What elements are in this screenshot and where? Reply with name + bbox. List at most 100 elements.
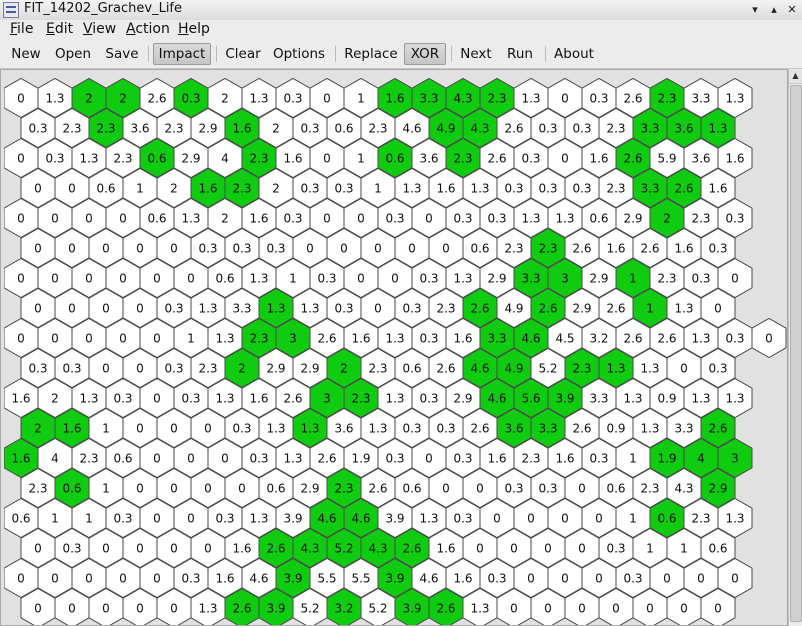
cell-impact-value: 0 (187, 452, 195, 466)
menu-action[interactable]: Action (126, 21, 170, 37)
cell-impact-value: 0.3 (572, 182, 591, 196)
cell-impact-value: 2 (34, 422, 42, 436)
cell-impact-value: 1.6 (198, 182, 217, 196)
cell-impact-value: 0 (85, 572, 93, 586)
cell-impact-value: 4.6 (487, 392, 506, 406)
cell-impact-value: 2.3 (368, 122, 387, 136)
cell-impact-value: 3.3 (640, 182, 659, 196)
replace-mode-button[interactable]: Replace (341, 43, 401, 65)
cell-impact-value: 2.3 (334, 482, 353, 496)
cell-impact-value: 0 (119, 332, 127, 346)
cell-impact-value: 0 (153, 512, 161, 526)
cell-impact-value: 2.6 (317, 452, 336, 466)
cell-impact-value: 0.3 (538, 122, 557, 136)
cell-impact-value: 2.6 (623, 92, 642, 106)
cell-impact-value: 3 (289, 332, 297, 346)
app-icon (3, 2, 19, 18)
save-button[interactable]: Save (101, 43, 143, 65)
cell-impact-value: 1.6 (62, 422, 81, 436)
life-field-viewport[interactable]: 0 1.3 2 2 2.6 0.3 2 1.3 0.3 0 1 1.6 3.3 4.3 2.3 1.3 0 0.3… (0, 69, 788, 626)
cell-impact-value: 3.6 (130, 122, 149, 136)
cell-impact-value: 1.3 (198, 602, 217, 616)
cell-impact-value: 0.6 (606, 482, 625, 496)
next-button[interactable]: Next (456, 43, 496, 65)
cell-impact-value: 2.6 (623, 332, 642, 346)
cell-impact-value: 0 (510, 602, 518, 616)
open-button[interactable]: Open (52, 43, 94, 65)
cell-impact-value: 2.3 (691, 512, 710, 526)
cell-impact-value: 3.6 (691, 152, 710, 166)
cell-impact-value: 1.3 (453, 272, 472, 286)
cell-impact-value: 1.3 (300, 422, 319, 436)
scroll-thumb[interactable] (790, 85, 802, 622)
cell-impact-value: 2 (238, 362, 246, 376)
cell-impact-value: 0 (34, 182, 42, 196)
cell-impact-value: 0 (425, 212, 433, 226)
cell-impact-value: 1 (646, 542, 654, 556)
cell-impact-value: 5.2 (368, 602, 387, 616)
cell-impact-value: 0 (442, 482, 450, 496)
cell-impact-value: 2 (272, 182, 280, 196)
close-icon[interactable]: ✕ (784, 1, 800, 18)
cell-impact-value: 4.6 (419, 572, 438, 586)
cell-impact-value: 0 (765, 332, 773, 346)
xor-mode-button[interactable]: XOR (404, 43, 446, 65)
cell-impact-value: 0.3 (28, 122, 47, 136)
cell-impact-value: 3 (561, 272, 569, 286)
menu-edit[interactable]: Edit (46, 21, 73, 37)
cell-impact-value: 2.3 (198, 362, 217, 376)
cell-impact-value: 1.6 (589, 152, 608, 166)
menu-file[interactable]: File (10, 21, 33, 37)
menu-view[interactable]: View (83, 21, 116, 37)
cell-impact-value: 0 (714, 302, 722, 316)
cell-impact-value: 2.9 (300, 482, 319, 496)
cell-impact-value: 0 (68, 242, 76, 256)
cell-impact-value: 1.3 (249, 512, 268, 526)
impact-toggle-button[interactable]: Impact (153, 43, 211, 65)
cell-impact-value: 0 (714, 602, 722, 616)
new-button[interactable]: New (6, 43, 46, 65)
cell-impact-value: 0.6 (402, 362, 421, 376)
cell-impact-value: 0 (34, 602, 42, 616)
run-button[interactable]: Run (502, 43, 538, 65)
window-titlebar[interactable]: FIT_14202_Grachev_Life ▾ ▴ ✕ (0, 0, 802, 21)
cell-impact-value: 0.3 (334, 182, 353, 196)
cell-impact-value: 2.3 (62, 122, 81, 136)
clear-button[interactable]: Clear (222, 43, 264, 65)
cell-impact-value: 4.3 (300, 542, 319, 556)
hex-grid[interactable]: 0 1.3 2 2 2.6 0.3 2 1.3 0.3 0 1 1.6 3.3 4.3 2.3 1.3 0 0.3… (4, 72, 788, 626)
cell-impact-value: 1.6 (436, 182, 455, 196)
cell-impact-value: 0.3 (215, 512, 234, 526)
cell-impact-value: 0 (17, 272, 25, 286)
cell-impact-value: 2.6 (504, 122, 523, 136)
cell-impact-value: 0 (170, 542, 178, 556)
vertical-scrollbar[interactable]: ▲ (788, 69, 802, 626)
cell-impact-value: 2 (51, 392, 59, 406)
cell-impact-value: 2.6 (232, 602, 251, 616)
cell-impact-value: 4.6 (317, 512, 336, 526)
cell-impact-value: 0.3 (181, 392, 200, 406)
maximize-icon[interactable]: ▴ (766, 1, 782, 18)
about-button[interactable]: About (551, 43, 597, 65)
cell-impact-value: 3.9 (283, 512, 302, 526)
cell-impact-value: 0.3 (419, 392, 438, 406)
cell-impact-value: 1.3 (725, 392, 744, 406)
cell-impact-value: 0.3 (181, 572, 200, 586)
cell-impact-value: 0.3 (317, 272, 336, 286)
cell-impact-value: 0.3 (572, 122, 591, 136)
minimize-icon[interactable]: ▾ (747, 1, 763, 18)
cell-impact-value: 5.5 (351, 572, 370, 586)
cell-impact-value: 0 (527, 512, 535, 526)
cell-impact-value: 2 (340, 362, 348, 376)
cell-impact-value: 2 (221, 92, 229, 106)
cell-impact-value: 0 (561, 92, 569, 106)
scroll-up-icon[interactable]: ▲ (789, 69, 802, 84)
options-button[interactable]: Options (270, 43, 328, 65)
cell-impact-value: 0.6 (215, 272, 234, 286)
cell-impact-value: 0 (578, 482, 586, 496)
cell-impact-value: 4.3 (368, 542, 387, 556)
cell-impact-value: 0 (527, 572, 535, 586)
menu-help[interactable]: Help (178, 21, 210, 37)
cell-impact-value: 2.3 (538, 242, 557, 256)
cell-impact-value: 5.2 (334, 542, 353, 556)
